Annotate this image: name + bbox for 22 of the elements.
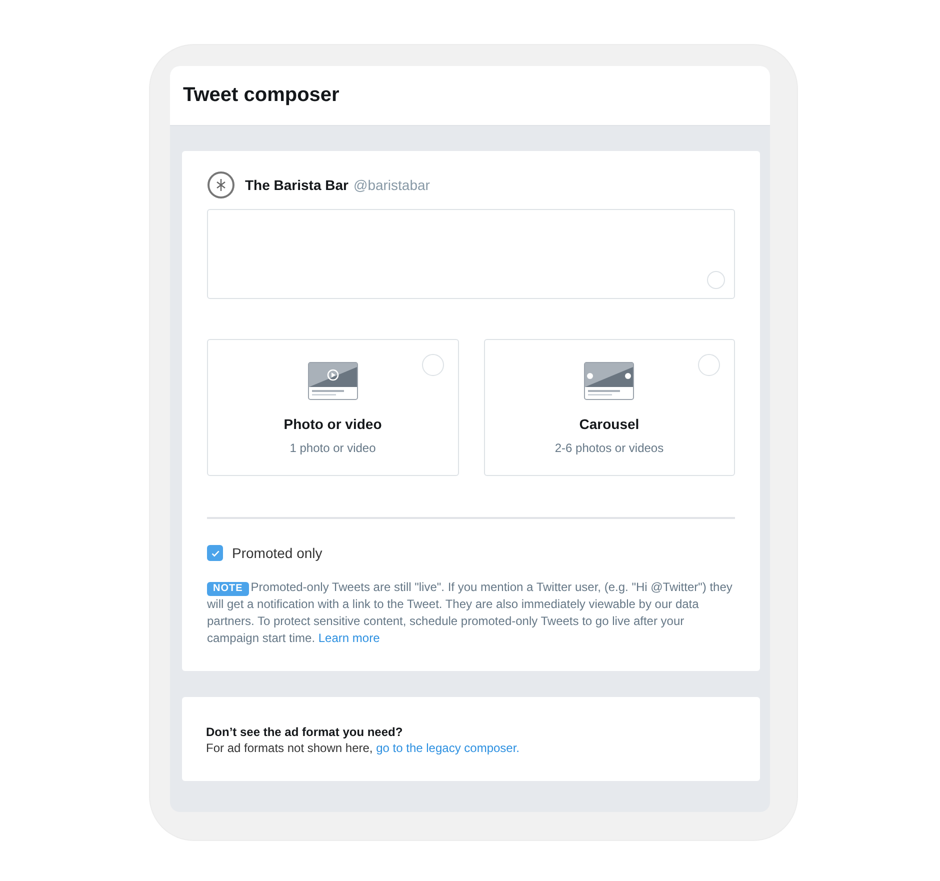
checkbox[interactable] [207,545,223,561]
option-title: Photo or video [284,416,382,432]
avatar-icon [207,171,235,199]
option-subtitle: 2-6 photos or videos [554,441,664,455]
note-text: NOTE Promoted-only Tweets are still "live". If you mention a Twitter user, (e.g. "Hi @Twitter") they will get a notification with a link to the Tweet. They are also immediately viewable by our data partners. To protect sensitive content, schedule promoted-only Tweets to go live after your campaign start time. Learn more [207,579,734,647]
account-handle: @baristabar [353,177,430,193]
footer-text: For ad formats not shown here, go to the legacy composer. [206,740,521,756]
checkbox-label: Promoted only [232,545,322,561]
media-option-card[interactable]: Photo or video 1 photo or video [207,339,458,476]
account-name: The Barista Bar [245,177,348,193]
carousel-card-icon [584,362,634,400]
video-card-icon [308,362,358,400]
radio-button[interactable] [698,354,720,376]
media-option-card[interactable]: Carousel 2-6 photos or videos [484,339,735,476]
option-title: Carousel [579,416,640,432]
tweet-field[interactable] [207,209,735,299]
footer-heading: Don’t see the ad format you need? [206,724,404,740]
option-subtitle: 1 photo or video [290,441,376,455]
radio-button[interactable] [422,354,444,376]
character-counter-icon [707,271,725,289]
note-badge: NOTE [207,582,249,596]
window-title: Tweet composer [183,84,340,107]
